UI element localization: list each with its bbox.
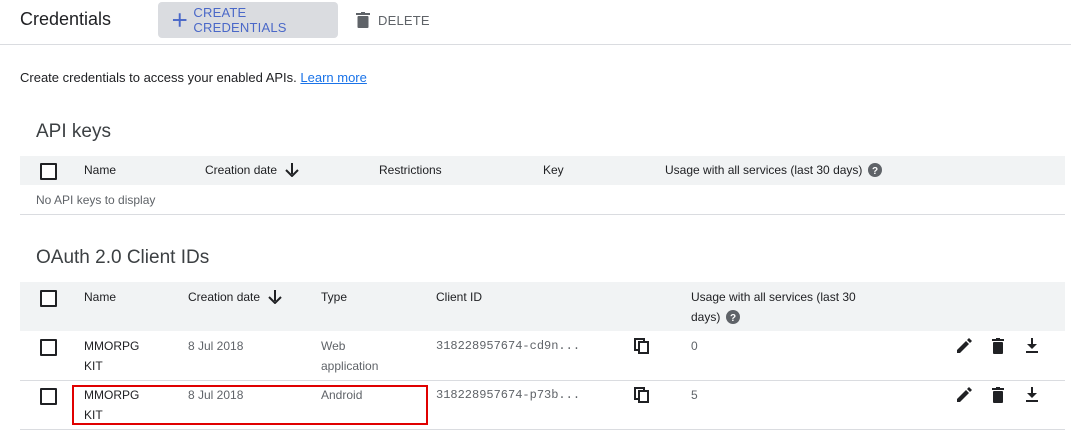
oauth-title: OAuth 2.0 Client IDs [36,247,210,268]
delete-label: DELETE [378,12,430,28]
client-type-cont: application [321,359,379,373]
client-name-cont[interactable]: KIT [84,356,103,376]
divider [20,380,1065,381]
create-credentials-button[interactable]: CREATE CREDENTIALS [158,2,338,38]
client-id: 318228957674-cd9n... [436,339,581,353]
col-name: Name [84,290,117,304]
client-type: Web [321,339,346,353]
download-icon[interactable] [1024,338,1040,354]
col-creation-date[interactable]: Creation date [188,287,282,307]
api-keys-title: API keys [36,121,111,142]
col-creation-date[interactable]: Creation date [205,160,299,180]
api-keys-empty: No API keys to display [36,193,156,207]
oauth-header: Name Creation date Type Client ID Usage … [20,282,1065,331]
creation-date: 8 Jul 2018 [188,339,244,353]
help-icon[interactable]: ? [726,310,741,324]
col-usage: Usage with all services (last 30 [691,290,856,304]
toolbar: Credentials CREATE CREDENTIALS DELETE [0,0,1071,45]
delete-icon[interactable] [990,387,1006,403]
delete-button[interactable]: DELETE [356,2,430,38]
learn-more-link[interactable]: Learn more [300,70,366,85]
trash-icon [356,12,370,28]
arrow-down-icon [285,163,299,177]
oauth-select-all-checkbox[interactable] [40,290,57,307]
col-type: Type [321,290,348,304]
api-keys-select-all-checkbox[interactable] [40,163,57,180]
col-restrictions: Restrictions [379,163,442,177]
usage-count: 5 [691,388,698,402]
intro-text: Create credentials to access your enable… [20,70,367,85]
highlight-box [72,385,428,425]
page-title: Credentials [20,9,112,29]
delete-icon[interactable] [990,338,1006,354]
col-key: Key [543,163,564,177]
row-checkbox[interactable] [40,388,57,405]
divider [20,214,1065,215]
col-usage-cont: days) ? [691,307,741,327]
create-credentials-label: CREATE CREDENTIALS [193,5,287,35]
svg-text:?: ? [730,313,736,324]
download-icon[interactable] [1024,387,1040,403]
edit-icon[interactable] [956,338,972,354]
copy-icon[interactable] [634,387,650,403]
client-id: 318228957674-p73b... [436,388,581,402]
col-usage: Usage with all services (last 30 days) ? [665,160,883,180]
col-client-id: Client ID [436,290,483,304]
row-checkbox[interactable] [40,339,57,356]
copy-icon[interactable] [634,338,650,354]
plus-icon [172,13,187,27]
client-name[interactable]: MMORPG [84,336,139,356]
edit-icon[interactable] [956,387,972,403]
col-name: Name [84,163,117,177]
help-icon[interactable]: ? [868,163,883,177]
arrow-down-icon [268,290,282,304]
svg-text:?: ? [872,166,878,177]
usage-count: 0 [691,339,698,353]
divider [20,429,1065,430]
api-keys-header: Name Creation date Restrictions Key Usag… [20,156,1065,185]
